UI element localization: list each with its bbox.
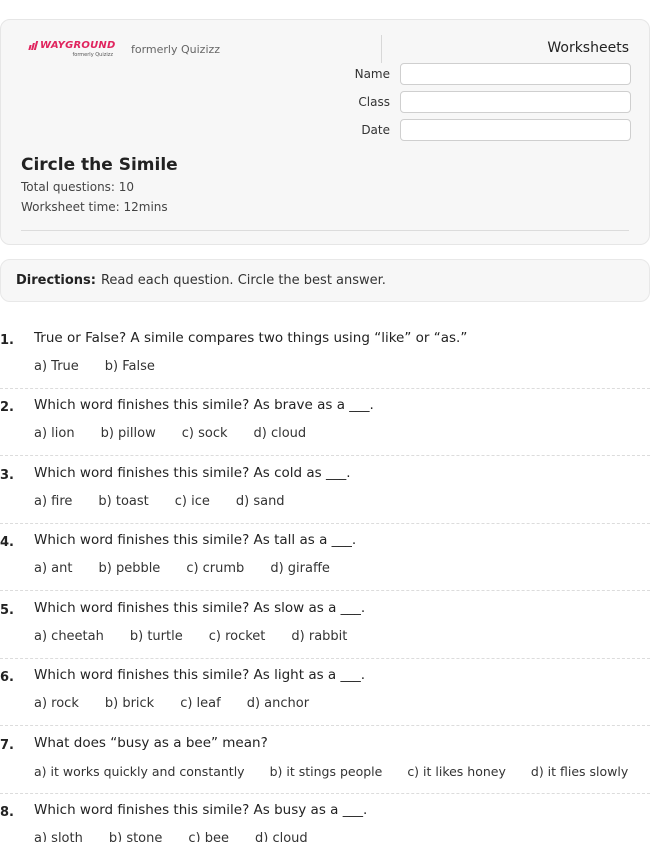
name-label: Name [354,67,390,81]
directions-text: Read each question. Circle the best answ… [100,273,386,288]
answer-options: a) sloth b) stone c) bee d) cloud [34,831,334,842]
answer-option[interactable]: c) bee [188,831,229,842]
answer-option[interactable]: a) sloth [34,831,83,842]
question-separator [0,523,650,524]
answer-options: a) it works quickly and constantly b) it… [34,764,628,779]
class-field[interactable] [400,91,631,113]
question-2: 2. Which word finishes this simile? As b… [0,392,650,456]
question-number: 4. [0,535,14,550]
question-number: 2. [0,400,14,415]
answer-option[interactable]: c) it likes honey [407,764,506,779]
answer-option[interactable]: d) cloud [254,426,307,441]
question-text: Which word finishes this simile? As cold… [34,465,351,481]
answer-option[interactable]: a) ant [34,561,72,576]
question-number: 5. [0,603,14,618]
question-separator [0,590,650,591]
answer-option[interactable]: c) leaf [180,696,221,711]
answer-option[interactable]: b) brick [105,696,154,711]
question-8: 8. Which word finishes this simile? As b… [0,797,650,842]
class-field-row: Class [341,91,631,113]
question-text: Which word finishes this simile? As slow… [34,600,366,616]
answer-option[interactable]: a) rock [34,696,79,711]
logo-subtext: formerly Quizizz [72,52,113,58]
worksheets-label: Worksheets [547,40,629,56]
date-field-row: Date [341,119,631,141]
answer-option[interactable]: a) True [34,359,79,374]
question-number: 7. [0,738,14,753]
directions-box: Directions: Read each question. Circle t… [0,259,650,302]
worksheet-time: Worksheet time: 12mins [21,200,168,214]
question-text: True or False? A simile compares two thi… [34,330,468,346]
total-questions: Total questions: 10 [21,180,135,194]
answer-options: a) ant b) pebble c) crumb d) giraffe [34,561,356,576]
answer-option[interactable]: b) pebble [98,561,160,576]
answer-option[interactable]: c) crumb [186,561,244,576]
question-3: 3. Which word finishes this simile? As c… [0,460,650,524]
date-field[interactable] [400,119,631,141]
worksheet-header: WAYGROUND formerly Quizizz formerly Quiz… [0,19,650,245]
name-field-row: Name [341,63,631,85]
answer-option[interactable]: b) toast [98,494,148,509]
answer-options: a) fire b) toast c) ice d) sand [34,494,311,509]
question-separator [0,793,650,794]
question-number: 8. [0,805,14,820]
answer-options: a) cheetah b) turtle c) rocket d) rabbit [34,629,373,644]
question-1: 1. True or False? A simile compares two … [0,325,650,389]
answer-option[interactable]: c) ice [175,494,210,509]
answer-options: a) rock b) brick c) leaf d) anchor [34,696,335,711]
question-separator [0,455,650,456]
class-label: Class [358,95,390,109]
question-separator [0,725,650,726]
question-5: 5. Which word finishes this simile? As s… [0,595,650,659]
answer-option[interactable]: d) giraffe [270,561,330,576]
question-number: 3. [0,468,14,483]
formerly-quizizz-label: formerly Quizizz [131,43,221,56]
question-text: Which word finishes this simile? As ligh… [34,667,366,683]
answer-options: a) lion b) pillow c) sock d) cloud [34,426,332,441]
question-number: 6. [0,670,14,685]
question-separator [0,388,650,389]
answer-option[interactable]: d) it flies slowly [531,764,628,779]
question-separator [0,658,650,659]
question-text: Which word finishes this simile? As busy… [34,802,368,818]
answer-option[interactable]: c) sock [182,426,228,441]
wayground-logo: WAYGROUND formerly Quizizz [28,40,117,58]
question-4: 4. Which word finishes this simile? As t… [0,527,650,591]
answer-options: a) True b) False [34,359,181,374]
worksheet-title: Circle the Simile [21,155,178,175]
answer-option[interactable]: c) rocket [209,629,266,644]
answer-option[interactable]: a) cheetah [34,629,104,644]
answer-option[interactable]: d) cloud [255,831,308,842]
question-7: 7. What does “busy as a bee” mean? a) it… [0,730,650,794]
answer-option[interactable]: d) sand [236,494,285,509]
header-divider [381,35,382,63]
answer-option[interactable]: b) stone [109,831,163,842]
directions-label: Directions: [16,273,96,288]
question-number: 1. [0,333,14,348]
question-text: What does “busy as a bee” mean? [34,735,268,751]
logo-text: WAYGROUND [40,40,116,51]
answer-option[interactable]: d) anchor [247,696,309,711]
answer-option[interactable]: b) False [105,359,155,374]
answer-option[interactable]: b) turtle [130,629,183,644]
question-text: Which word finishes this simile? As brav… [34,397,374,413]
wayground-logo-icon [28,41,39,50]
answer-option[interactable]: a) it works quickly and constantly [34,764,245,779]
answer-option[interactable]: a) lion [34,426,75,441]
question-6: 6. Which word finishes this simile? As l… [0,662,650,726]
question-text: Which word finishes this simile? As tall… [34,532,357,548]
answer-option[interactable]: a) fire [34,494,72,509]
name-field[interactable] [400,63,631,85]
answer-option[interactable]: d) rabbit [291,629,347,644]
date-label: Date [361,123,390,137]
answer-option[interactable]: b) pillow [101,426,156,441]
answer-option[interactable]: b) it stings people [270,764,383,779]
header-bottom-divider [21,230,629,231]
